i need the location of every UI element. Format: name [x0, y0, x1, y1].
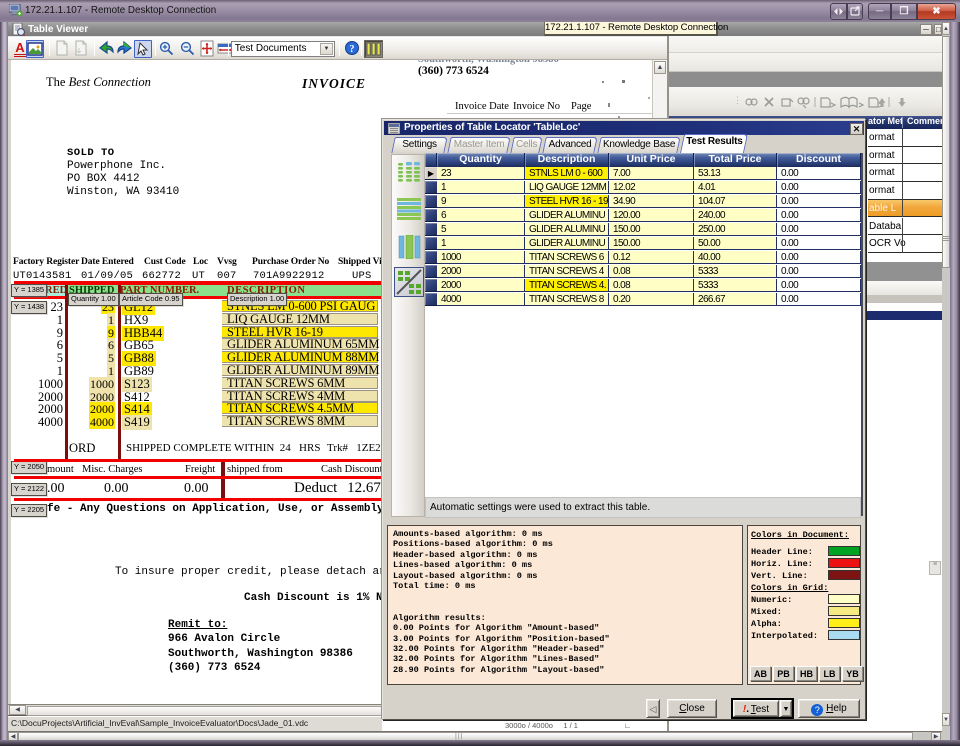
- svg-text:?: ?: [350, 44, 355, 55]
